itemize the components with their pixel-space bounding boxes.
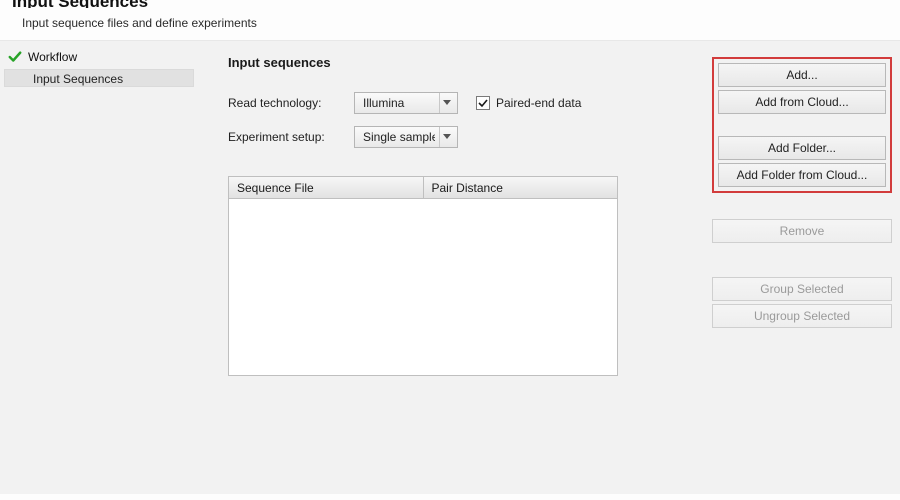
workflow-nav: Workflow Input Sequences: [0, 41, 198, 494]
add-button[interactable]: Add...: [718, 63, 886, 87]
checkbox-icon: [476, 96, 490, 110]
read-technology-label: Read technology:: [228, 96, 346, 110]
add-folder-from-cloud-button[interactable]: Add Folder from Cloud...: [718, 163, 886, 187]
col-pair-distance[interactable]: Pair Distance: [424, 177, 618, 199]
sequence-files-table[interactable]: Sequence File Pair Distance: [228, 176, 618, 376]
workflow-root-item[interactable]: Workflow: [4, 47, 194, 67]
experiment-setup-select[interactable]: Single sample: [354, 126, 458, 148]
page-subtitle: Input sequence files and define experime…: [22, 16, 888, 30]
grouping-group: Group Selected Ungroup Selected: [712, 277, 892, 328]
group-selected-button[interactable]: Group Selected: [712, 277, 892, 301]
check-icon: [8, 50, 22, 64]
dialog-header: Input Sequences Input sequence files and…: [0, 0, 900, 40]
experiment-setup-value: Single sample: [363, 130, 435, 144]
remove-button[interactable]: Remove: [712, 219, 892, 243]
add-from-cloud-button[interactable]: Add from Cloud...: [718, 90, 886, 114]
actions-panel: Add... Add from Cloud... Add Folder... A…: [712, 57, 892, 328]
page-title: Input Sequences: [12, 0, 888, 8]
col-sequence-file[interactable]: Sequence File: [229, 177, 424, 199]
add-buttons-highlight: Add... Add from Cloud... Add Folder... A…: [712, 57, 892, 193]
read-technology-value: Illumina: [363, 96, 435, 110]
workflow-step-label: Input Sequences: [33, 72, 123, 86]
read-technology-select[interactable]: Illumina: [354, 92, 458, 114]
remove-group: Remove: [712, 219, 892, 243]
table-header: Sequence File Pair Distance: [229, 177, 617, 199]
main-panel: Input sequences Read technology: Illumin…: [198, 41, 900, 494]
add-folder-button[interactable]: Add Folder...: [718, 136, 886, 160]
chevron-down-icon: [439, 93, 453, 113]
chevron-down-icon: [439, 127, 453, 147]
paired-end-checkbox[interactable]: Paired-end data: [476, 96, 581, 110]
ungroup-selected-button[interactable]: Ungroup Selected: [712, 304, 892, 328]
experiment-setup-label: Experiment setup:: [228, 130, 346, 144]
workflow-root-label: Workflow: [28, 50, 77, 64]
table-body-empty: [229, 199, 617, 375]
workflow-step-input-sequences[interactable]: Input Sequences: [4, 69, 194, 87]
paired-end-label: Paired-end data: [496, 96, 581, 110]
dialog-body: Workflow Input Sequences Input sequences…: [0, 40, 900, 494]
